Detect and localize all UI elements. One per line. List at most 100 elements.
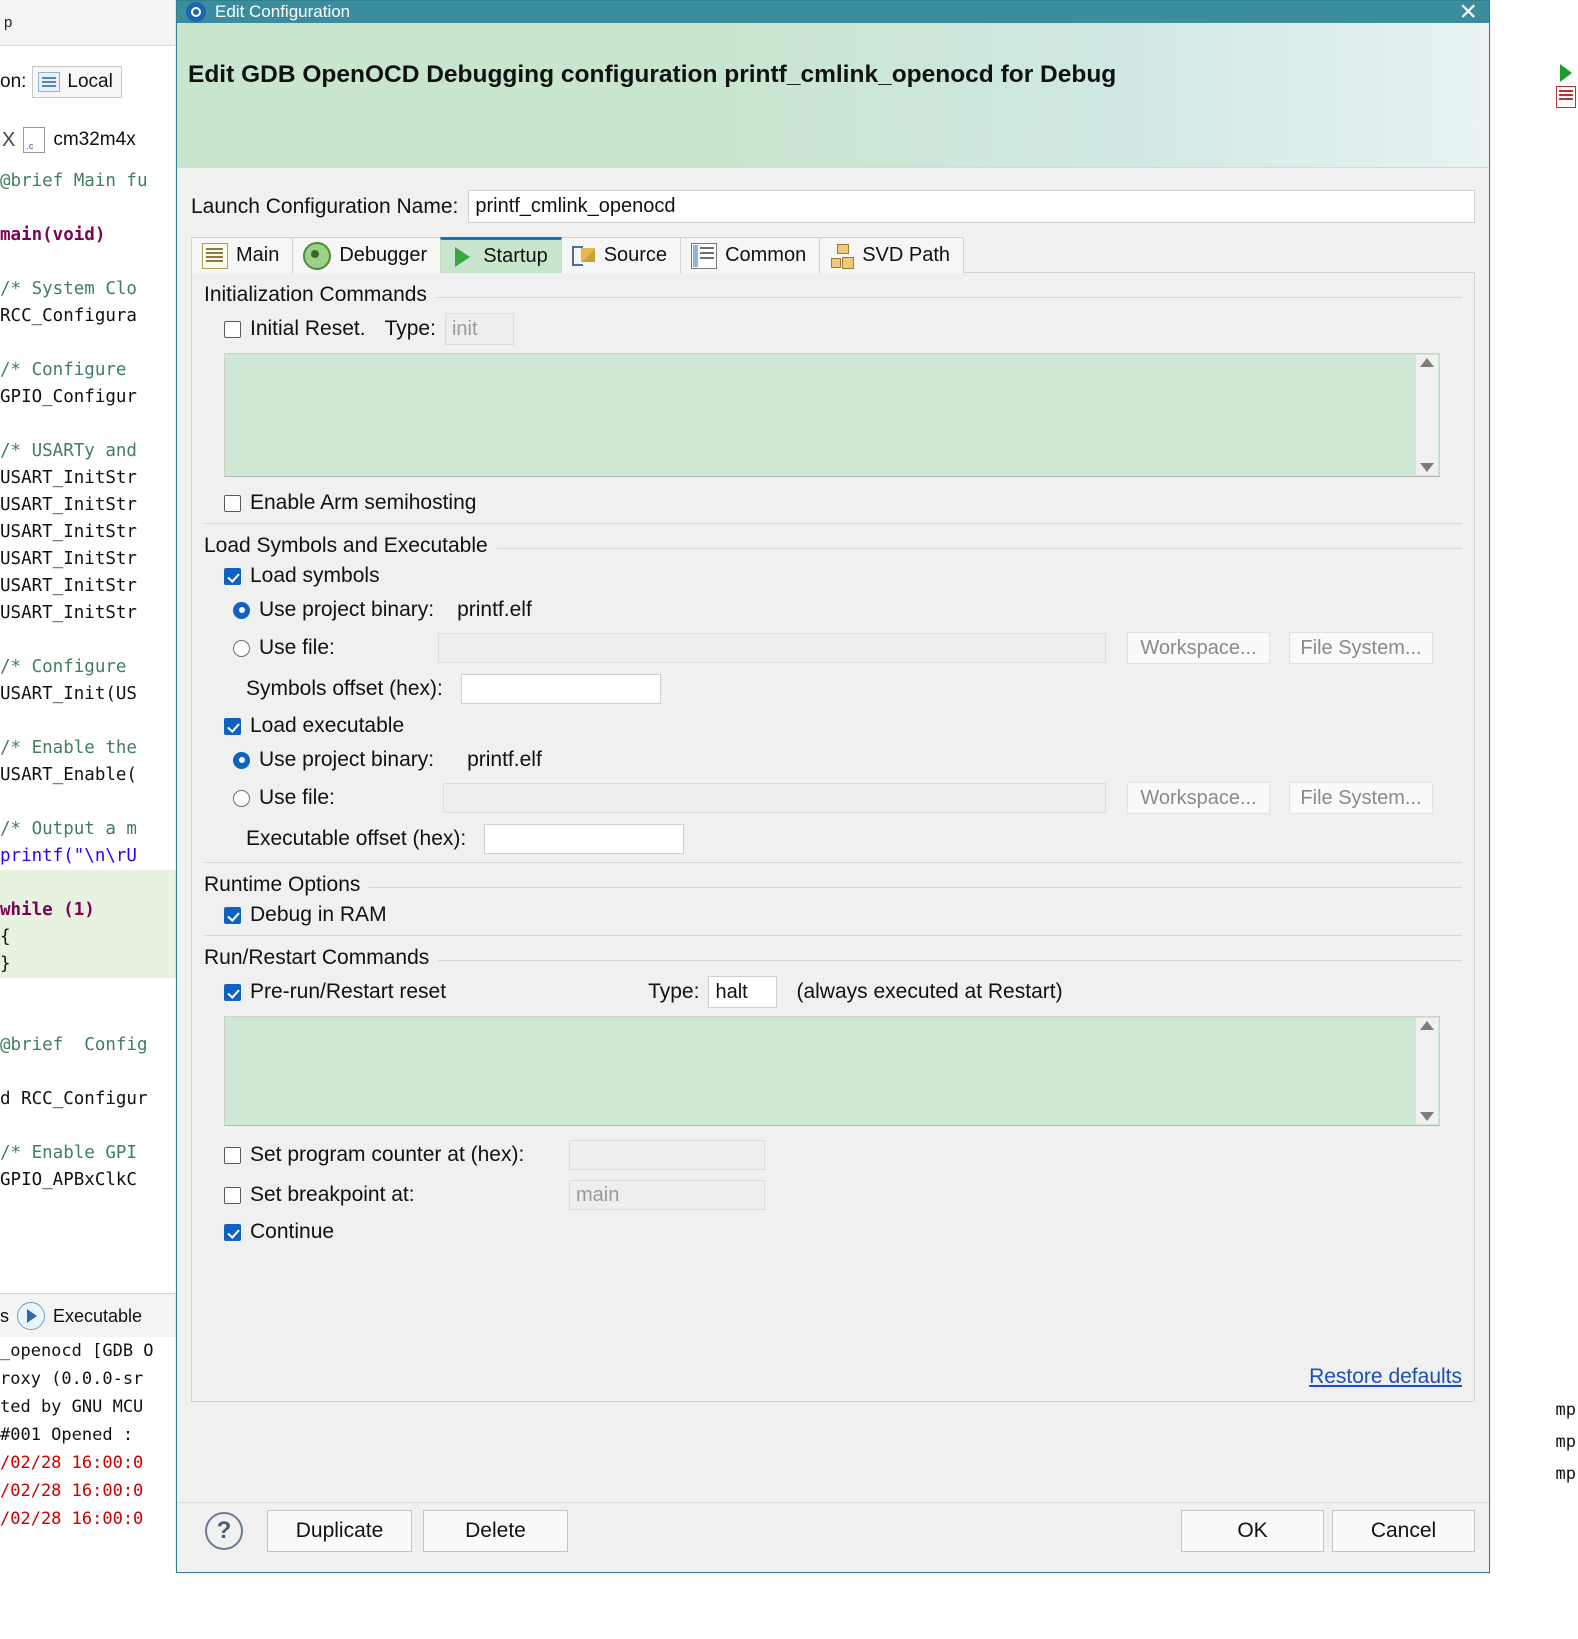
prerun-type-input[interactable]: halt [708,976,778,1008]
set-breakpoint-input[interactable]: main [569,1180,765,1210]
initialization-commands-textarea[interactable] [224,353,1440,477]
tab-debugger[interactable]: Debugger [292,237,442,273]
load-symbols-checkbox[interactable] [224,567,241,585]
code-line: /* Configure [0,360,137,380]
tab-label: Startup [483,245,548,267]
editor-tab-label[interactable]: cm32m4x [53,129,135,151]
tab-main[interactable]: Main [191,237,294,273]
duplicate-button[interactable]: Duplicate [267,1510,412,1552]
exec-project-binary-value: printf.elf [467,748,542,771]
code-line: printf("\n\rU [0,846,137,866]
code-line: /* Configure [0,657,137,677]
source-edit-icon [571,244,596,268]
table-icon [691,242,718,269]
delete-button[interactable]: Delete [423,1510,568,1552]
set-breakpoint-checkbox[interactable] [224,1186,241,1204]
scroll-down-icon[interactable] [1420,1112,1434,1121]
symbols-offset-row: Symbols offset (hex): [224,674,1462,704]
dialog-title: Edit Configuration [215,2,351,21]
ok-button[interactable]: OK [1181,1510,1324,1552]
exec-offset-label: Executable offset (hex): [246,827,467,850]
launch-config-name-label: Launch Configuration Name: [191,194,459,218]
code-line: /* USARTy and [0,441,137,461]
scroll-down-icon[interactable] [1420,463,1434,472]
exec-project-binary-radio[interactable] [233,751,250,769]
initial-reset-type-input[interactable]: init [444,313,514,345]
debug-in-ram-label: Debug in RAM [250,903,387,926]
debug-in-ram-checkbox[interactable] [224,906,241,924]
console-line: _openocd [GDB O [0,1341,154,1361]
initial-reset-checkbox[interactable] [224,320,241,338]
play-icon [451,245,475,269]
console-line: #001 Opened : [0,1425,134,1445]
prerun-reset-row: Pre-run/Restart reset Type: halt (always… [224,976,1462,1008]
footer-divider [177,1502,1489,1503]
console-tab-label[interactable]: Executable [53,1306,142,1327]
tab-common[interactable]: Common [680,237,821,273]
load-executable-checkbox[interactable] [224,717,241,735]
symbols-offset-label: Symbols offset (hex): [246,677,443,700]
code-line: @brief Config [0,1035,148,1055]
code-line: USART_InitStr [0,603,137,623]
console-output[interactable]: _openocd [GDB O roxy (0.0.0-sr ted by GNU … [0,1337,176,1639]
code-line: GPIO_APBxClkC [0,1170,137,1190]
symbols-use-file-input[interactable] [438,633,1106,663]
scroll-up-icon[interactable] [1420,1021,1434,1030]
set-program-counter-input[interactable] [569,1140,765,1170]
code-line: USART_InitStr [0,549,137,569]
launch-config-name-input[interactable]: printf_cmlink_openocd [468,190,1475,223]
exec-workspace-button[interactable]: Workspace... [1127,782,1270,814]
local-connection-button[interactable]: Local [32,66,122,98]
load-symbols-group: Load Symbols and Executable Load symbols… [204,534,1462,863]
tab-svd-path[interactable]: SVD Path [819,237,965,273]
computer-icon [38,72,61,92]
exec-use-file-radio[interactable] [233,789,250,807]
tab-strip: Main Debugger Startup Source Common SVD Path [191,237,1475,273]
run-green-icon[interactable] [1558,64,1576,82]
exec-offset-input[interactable] [484,824,685,854]
exec-use-file-input[interactable] [443,783,1106,813]
scroll-up-icon[interactable] [1420,358,1434,367]
code-line [0,870,176,897]
symbols-offset-input[interactable] [460,674,661,704]
report-icon[interactable] [1556,86,1576,108]
code-line: GPIO_Configur [0,387,137,407]
tab-startup[interactable]: Startup [440,237,562,273]
code-line: /* Enable the [0,738,137,758]
startup-tab-panel: Initialization Commands Initial Reset. T… [191,272,1475,1402]
semihosting-checkbox[interactable] [224,494,241,512]
set-program-counter-checkbox[interactable] [224,1146,241,1164]
banner-title: Edit GDB OpenOCD Debugging configuration… [188,61,1117,88]
help-button[interactable]: ? [205,1512,243,1550]
close-icon[interactable]: X [0,129,15,152]
run-icon [17,1302,45,1330]
tab-source[interactable]: Source [560,237,682,273]
symbols-project-binary-radio[interactable] [233,601,250,619]
right-truncated-label: mp [1555,1400,1576,1420]
run-restart-commands-textarea[interactable] [224,1016,1440,1126]
prerun-type-label: Type: [648,980,700,1003]
symbols-use-file-radio[interactable] [233,639,250,657]
code-editor[interactable]: @brief Main fu main(void) /* System Clo R… [0,168,176,1293]
exec-filesystem-button[interactable]: File System... [1289,782,1433,814]
run-restart-commands-title: Run/Restart Commands [204,946,439,970]
initial-reset-row: Initial Reset. Type: init [224,313,1462,345]
semihosting-row: Enable Arm semihosting [224,491,1462,515]
run-restart-commands-scrollbar[interactable] [1416,1018,1438,1124]
continue-checkbox[interactable] [224,1223,241,1241]
code-line: /* Enable GPI [0,1143,137,1163]
restore-defaults-link[interactable]: Restore defaults [1309,1365,1462,1389]
cancel-button[interactable]: Cancel [1332,1510,1475,1552]
code-line: d RCC_Configur [0,1089,148,1109]
code-line: /* Output a m [0,819,137,839]
symbols-workspace-button[interactable]: Workspace... [1127,632,1270,664]
tab-label: SVD Path [862,244,951,266]
initialization-commands-scrollbar[interactable] [1416,355,1438,475]
prerun-reset-checkbox[interactable] [224,983,241,1001]
symbols-filesystem-button[interactable]: File System... [1289,632,1433,664]
ide-toolbar-label: p [4,14,13,31]
tab-label: Main [236,244,280,266]
